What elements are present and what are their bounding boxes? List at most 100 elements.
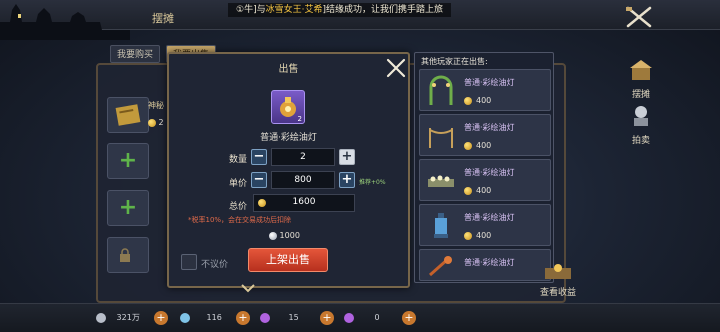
currency-crystal: 15 + — [260, 310, 334, 326]
marquee-text-1: ①牛]与 — [236, 5, 266, 15]
add-currency-button[interactable]: + — [320, 311, 334, 325]
coin-icon — [464, 96, 472, 105]
view-earnings-label: 查看收益 — [539, 288, 576, 298]
listing-name: 普通·彩绘油灯 — [464, 213, 515, 222]
marquee-highlight: 冰雪女王·艾希 — [265, 5, 323, 15]
listing-price-value: 400 — [476, 186, 492, 195]
listing-item[interactable]: 普通·彩绘油灯 400 — [419, 204, 551, 246]
auction-menu-label: 拍卖 — [631, 136, 650, 146]
stall-menu-button[interactable]: 摆摊 — [624, 58, 658, 100]
flower-arch-icon — [429, 75, 453, 105]
item-icon: 2 — [271, 90, 305, 124]
crystal-icon — [344, 312, 354, 323]
price-increase-button[interactable]: + — [339, 172, 355, 188]
unit-price-input[interactable]: 800 — [271, 171, 335, 189]
listing-name: 普通·彩绘油灯 — [464, 123, 515, 132]
page-title: 摆摊 — [152, 12, 174, 25]
lock-icon — [120, 248, 130, 262]
quantity-label: 数量 — [229, 155, 248, 165]
coin-icon — [464, 141, 472, 150]
announcement-marquee: ①牛]与冰雪女王·艾希]结缘成功，让我们携手踏上旅 — [228, 3, 451, 17]
listing-price: 400 — [464, 231, 491, 240]
stall-item-price: 2 — [148, 118, 164, 127]
castle-logo-icon — [0, 4, 130, 40]
coin-icon — [464, 186, 472, 195]
recommend-rate: 推荐+0% — [359, 179, 386, 186]
stall-item-price-value: 2 — [158, 118, 164, 127]
chevron-down-icon[interactable] — [240, 283, 256, 293]
coin-icon — [148, 118, 156, 127]
total-price-value: 1600 — [292, 197, 316, 207]
plus-icon: + — [118, 148, 138, 173]
silver-icon — [96, 312, 106, 323]
listing-price: 400 — [464, 141, 491, 150]
unit-price-label: 单价 — [229, 179, 248, 189]
listing-item[interactable]: 普通·彩绘油灯 400 — [419, 114, 551, 156]
listing-price: 400 — [464, 96, 491, 105]
total-price-box: 1600 — [253, 194, 355, 212]
string-lights-icon — [429, 128, 453, 148]
quantity-decrease-button[interactable]: − — [251, 149, 267, 165]
add-currency-button[interactable]: + — [154, 311, 168, 325]
listing-name: 普通·彩绘油灯 — [464, 78, 515, 87]
currency-bar: 321万 + 116 + 15 + 0 + — [0, 303, 720, 332]
no-bargain-toggle[interactable]: 不议价 — [181, 254, 241, 274]
top-bar: 摆摊 ①牛]与冰雪女王·艾希]结缘成功，让我们携手踏上旅 — [0, 0, 720, 40]
stall-menu-label: 摆摊 — [631, 90, 650, 100]
plus-icon: + — [118, 195, 138, 220]
currency-value: 0 — [374, 313, 380, 322]
crystal-icon — [260, 312, 270, 323]
currency-value: 321万 — [116, 313, 140, 322]
currency-value: 15 — [288, 313, 299, 322]
listing-name: 普通·彩绘油灯 — [464, 258, 515, 267]
listing-item[interactable]: 普通·彩绘油灯 — [419, 249, 551, 281]
gem-icon — [180, 312, 190, 323]
listing-item[interactable]: 普通·彩绘油灯 400 — [419, 159, 551, 201]
currency-silver: 321万 + — [96, 310, 168, 326]
quantity-input[interactable]: 2 — [271, 148, 335, 166]
tab-buy[interactable]: 我要购买 — [110, 45, 161, 63]
dialog-title: 出售 — [278, 64, 299, 75]
market-listings-panel: 其他玩家正在出售: 普通·彩绘油灯 400 普通·彩绘油灯 400 普通·彩绘油… — [414, 52, 554, 283]
listing-fee-value: 1000 — [279, 231, 300, 240]
listing-price-value: 400 — [476, 141, 492, 150]
price-decrease-button[interactable]: − — [251, 172, 267, 188]
stall-slot-locked[interactable] — [107, 237, 149, 273]
stall-slot-1[interactable] — [107, 97, 149, 133]
no-bargain-checkbox[interactable] — [181, 254, 197, 270]
currency-value: 116 — [206, 313, 222, 322]
tax-note: *税率10%，会在交易成功后扣除 — [188, 216, 292, 224]
marquee-text-2: ]结缘成功，让我们携手踏上旅 — [322, 5, 443, 15]
close-icon[interactable] — [624, 6, 654, 28]
stall-item-name: 神秘 — [148, 101, 164, 110]
silver-coin-icon — [269, 231, 277, 240]
listing-fee: 1000 — [269, 231, 309, 245]
stall-icon — [630, 60, 652, 80]
add-currency-button[interactable]: + — [236, 311, 250, 325]
listing-price: 400 — [464, 186, 491, 195]
flower-bed-icon — [428, 175, 454, 187]
dialog-close-icon[interactable] — [385, 57, 407, 79]
ladle-icon — [429, 256, 452, 277]
auction-icon — [634, 106, 648, 126]
lantern-icon — [434, 213, 448, 238]
listing-price-value: 400 — [476, 231, 492, 240]
coin-icon — [464, 231, 472, 240]
view-earnings-button[interactable]: 查看收益 — [534, 262, 582, 298]
stall-slot-2[interactable]: + — [107, 143, 149, 179]
no-bargain-label: 不议价 — [201, 260, 229, 270]
market-title: 其他玩家正在出售: — [421, 57, 488, 66]
stall-slot-3[interactable]: + — [107, 190, 149, 226]
currency-gem: 116 + — [180, 310, 250, 326]
auction-menu-button[interactable]: 拍卖 — [624, 104, 658, 146]
listing-price-value: 400 — [476, 96, 492, 105]
add-currency-button[interactable]: + — [402, 311, 416, 325]
quantity-increase-button[interactable]: + — [339, 149, 355, 165]
scroll-icon — [115, 104, 141, 126]
earnings-icon — [545, 264, 571, 279]
listing-name: 普通·彩绘油灯 — [464, 168, 515, 177]
item-count-badge: 2 — [297, 115, 302, 123]
list-for-sale-button[interactable]: 上架出售 — [248, 248, 328, 272]
listing-item[interactable]: 普通·彩绘油灯 400 — [419, 69, 551, 111]
currency-crystal-bound: 0 + — [344, 310, 416, 326]
